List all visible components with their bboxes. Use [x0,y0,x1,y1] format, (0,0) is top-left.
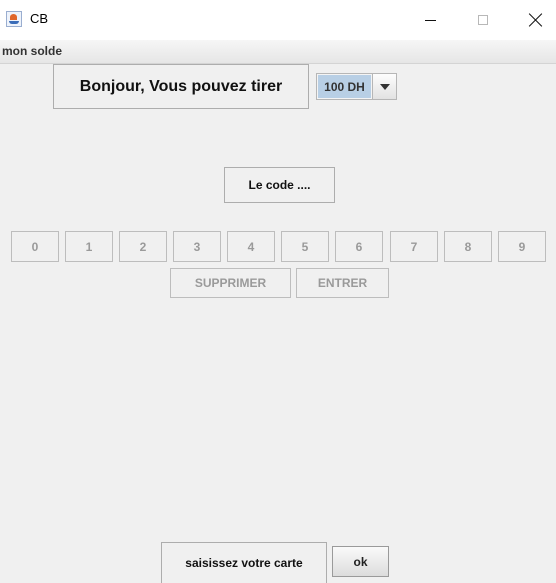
minimize-button[interactable] [407,0,453,40]
keypad-key-8[interactable]: 8 [444,231,492,262]
close-icon [529,13,543,27]
delete-button[interactable]: SUPPRIMER [170,268,291,298]
maximize-icon [478,15,488,25]
enter-button[interactable]: ENTRER [296,268,389,298]
amount-select[interactable]: 100 DH [316,73,397,100]
amount-selected-value: 100 DH [318,75,371,98]
amount-dropdown-button[interactable] [372,74,396,99]
minimize-icon [424,19,436,21]
card-prompt-label: saisissez votre carte [161,542,327,583]
menu-bar: mon solde [0,40,556,64]
greeting-label: Bonjour, Vous pouvez tirer [53,64,309,109]
menu-item-mon-solde[interactable]: mon solde [2,44,62,58]
window-title: CB [30,11,49,26]
code-label: Le code .... [224,167,335,203]
keypad-key-4[interactable]: 4 [227,231,275,262]
keypad-key-2[interactable]: 2 [119,231,167,262]
keypad-key-9[interactable]: 9 [498,231,546,262]
keypad-key-7[interactable]: 7 [390,231,438,262]
keypad-key-6[interactable]: 6 [335,231,383,262]
ok-button[interactable]: ok [332,546,389,577]
maximize-button[interactable] [460,0,506,40]
keypad-key-0[interactable]: 0 [11,231,59,262]
close-button[interactable] [513,0,556,40]
chevron-down-icon [379,83,390,90]
title-bar[interactable]: CB [0,0,556,40]
keypad-key-1[interactable]: 1 [65,231,113,262]
keypad-key-5[interactable]: 5 [281,231,329,262]
keypad-key-3[interactable]: 3 [173,231,221,262]
java-icon [6,11,22,27]
